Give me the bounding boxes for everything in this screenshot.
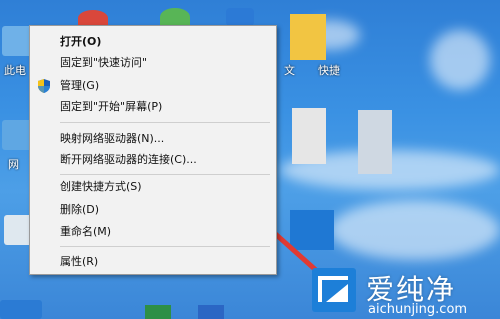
watermark: 爱纯净 aichunjing.com [306, 262, 500, 319]
menu-item-pin-start[interactable]: 固定到"开始"屏幕(P) [30, 97, 276, 117]
menu-item-manage[interactable]: 管理(G) [30, 76, 276, 96]
watermark-logo-icon [312, 268, 356, 312]
menu-item-rename[interactable]: 重命名(M) [30, 222, 276, 242]
menu-item-properties[interactable]: 属性(R) [30, 252, 276, 272]
shield-icon [38, 79, 50, 93]
watermark-url: aichunjing.com [368, 302, 468, 317]
menu-item-disconnect-drive[interactable]: 断开网络驱动器的连接(C)... [30, 150, 276, 170]
menu-item-label: 创建快捷方式(S) [60, 180, 142, 193]
context-menu: 打开(O) 固定到"快速访问" 管理(G) 固定到"开始"屏幕(P) 映射网络驱… [29, 25, 277, 275]
menu-item-label: 删除(D) [60, 203, 100, 216]
menu-item-open[interactable]: 打开(O) [30, 32, 276, 52]
menu-item-label: 映射网络驱动器(N)... [60, 132, 165, 145]
menu-separator [60, 246, 270, 247]
menu-item-pin-quick-access[interactable]: 固定到"快速访问" [30, 53, 276, 73]
menu-item-label: 断开网络驱动器的连接(C)... [60, 153, 197, 166]
menu-item-map-drive[interactable]: 映射网络驱动器(N)... [30, 129, 276, 149]
menu-separator [60, 122, 270, 123]
menu-item-label: 属性(R) [60, 255, 99, 268]
menu-item-label: 管理(G) [60, 79, 100, 92]
menu-item-label: 打开(O) [60, 35, 102, 48]
menu-item-create-shortcut[interactable]: 创建快捷方式(S) [30, 177, 276, 197]
menu-item-label: 固定到"快速访问" [60, 56, 148, 69]
menu-separator [60, 174, 270, 175]
menu-item-delete[interactable]: 删除(D) [30, 200, 276, 220]
menu-item-label: 重命名(M) [60, 225, 112, 238]
menu-item-label: 固定到"开始"屏幕(P) [60, 100, 163, 113]
